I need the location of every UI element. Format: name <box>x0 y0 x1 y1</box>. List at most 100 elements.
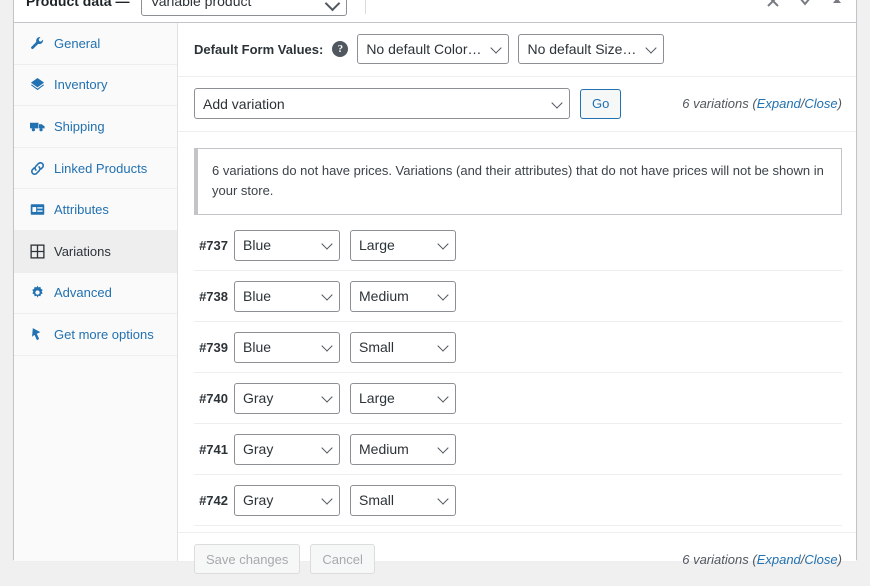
sidebar-item-variations[interactable]: Variations <box>14 230 177 273</box>
metabox-header-actions <box>764 0 846 10</box>
add-variation-toolbar: Add variation Go 6 variations (Expand/Cl… <box>178 77 856 132</box>
sidebar-item-general[interactable]: General <box>14 23 177 65</box>
product-type-select[interactable]: Variable product <box>141 0 348 16</box>
sidebar-item-label: Inventory <box>54 77 108 93</box>
add-variation-value: Add variation <box>203 95 285 112</box>
chevron-down-icon <box>321 391 333 403</box>
variation-size-value: Medium <box>359 288 409 305</box>
go-button[interactable]: Go <box>580 88 622 119</box>
variation-size-select[interactable]: Large <box>350 229 456 261</box>
variation-color-select[interactable]: Blue <box>234 280 340 312</box>
table-row[interactable]: #738 Blue Medium <box>194 271 842 323</box>
table-row[interactable]: #740 Gray Large <box>194 373 842 425</box>
variation-id: #737 <box>199 237 228 253</box>
sidebar-item-inventory[interactable]: Inventory <box>14 65 177 107</box>
variation-color-value: Blue <box>243 288 272 305</box>
variations-list: #737 Blue Large #738 Blue Medium #739 Bl… <box>178 220 856 527</box>
variations-count-label: 6 variations <box>682 551 749 567</box>
sidebar-item-label: Attributes <box>54 202 109 218</box>
table-row[interactable]: #739 Blue Small <box>194 322 842 374</box>
sidebar-item-attributes[interactable]: Attributes <box>14 189 177 231</box>
expand-link[interactable]: Expand <box>757 552 801 567</box>
cancel-button[interactable]: Cancel <box>310 544 375 575</box>
wrench-icon <box>29 35 45 51</box>
default-size-value: No default Size… <box>527 41 637 57</box>
variation-color-select[interactable]: Gray <box>234 433 340 465</box>
chevron-down-icon <box>437 391 449 403</box>
close-link[interactable]: Close <box>804 552 837 567</box>
variation-size-select[interactable]: Small <box>350 484 456 516</box>
variations-count-label: 6 variations <box>682 96 749 111</box>
variation-id: #742 <box>199 492 228 508</box>
table-row[interactable]: #737 Blue Large <box>194 220 842 272</box>
variations-count-bottom: 6 variations (Expand/Close) <box>682 552 842 567</box>
sidebar-item-get-more-options[interactable]: Get more options <box>14 314 177 356</box>
variation-size-select[interactable]: Medium <box>350 433 456 465</box>
product-data-tabs: General Inventory Shipping Linked Produc… <box>14 23 178 561</box>
variation-color-select[interactable]: Gray <box>234 382 340 414</box>
table-row[interactable]: #741 Gray Medium <box>194 424 842 476</box>
help-icon[interactable]: ? <box>332 41 349 57</box>
variation-id: #738 <box>199 288 228 304</box>
extension-icon <box>29 326 45 342</box>
metabox-header: Product data — Variable product <box>14 0 856 23</box>
chevron-down-icon <box>321 493 333 505</box>
chevron-down-icon <box>437 289 449 301</box>
default-size-select[interactable]: No default Size… <box>518 34 665 64</box>
sidebar-item-label: Shipping <box>54 118 105 134</box>
variation-color-value: Gray <box>243 390 274 407</box>
variation-color-select[interactable]: Blue <box>234 229 340 261</box>
variations-panel: Default Form Values: ? No default Color…… <box>178 23 856 575</box>
archive-icon <box>29 77 45 93</box>
variation-id: #739 <box>199 339 228 355</box>
list-table-icon <box>29 202 45 218</box>
chevron-down-icon <box>321 340 333 352</box>
variation-id: #741 <box>199 441 228 457</box>
variation-color-value: Blue <box>243 237 272 254</box>
notice-wrapper: 6 variations do not have prices. Variati… <box>178 132 856 220</box>
variations-count-top: 6 variations (Expand/Close) <box>682 96 842 111</box>
default-color-value: No default Color… <box>366 41 482 57</box>
variation-size-select[interactable]: Medium <box>350 280 456 312</box>
header-divider <box>365 0 367 14</box>
variation-size-value: Small <box>359 339 395 356</box>
caret-up-icon[interactable] <box>828 0 846 10</box>
chevron-down-icon <box>490 42 503 54</box>
save-changes-button[interactable]: Save changes <box>194 544 301 575</box>
add-variation-select[interactable]: Add variation <box>194 88 570 119</box>
default-color-select[interactable]: No default Color… <box>357 34 510 64</box>
expand-link[interactable]: Expand <box>757 96 801 111</box>
variation-color-select[interactable]: Gray <box>234 484 340 516</box>
expand-close-group: (Expand/Close) <box>752 551 842 567</box>
chevron-down-icon <box>437 442 449 454</box>
sidebar-item-linked-products[interactable]: Linked Products <box>14 148 177 190</box>
sidebar-item-advanced[interactable]: Advanced <box>14 273 177 315</box>
sidebar-item-label: Linked Products <box>54 160 148 176</box>
variation-size-select[interactable]: Small <box>350 331 456 363</box>
close-link[interactable]: Close <box>804 96 837 111</box>
no-prices-notice: 6 variations do not have prices. Variati… <box>194 148 842 216</box>
chevron-down-icon <box>321 289 333 301</box>
sidebar-item-shipping[interactable]: Shipping <box>14 106 177 148</box>
close-icon[interactable] <box>764 0 782 10</box>
metabox-body: General Inventory Shipping Linked Produc… <box>14 23 856 575</box>
chevron-down-icon <box>437 238 449 250</box>
product-type-value: Variable product <box>150 0 252 9</box>
variation-size-value: Large <box>359 390 395 407</box>
page-title: Product data — <box>26 0 130 9</box>
chevron-down-icon <box>321 442 333 454</box>
sidebar-item-label: General <box>54 35 101 51</box>
chevron-down-icon <box>325 0 341 11</box>
variation-size-value: Medium <box>359 441 409 458</box>
chevron-down-icon[interactable] <box>796 0 814 10</box>
default-form-values-toolbar: Default Form Values: ? No default Color…… <box>178 23 856 77</box>
table-row[interactable]: #742 Gray Small <box>194 475 842 527</box>
product-data-metabox: Product data — Variable product General … <box>13 0 857 575</box>
variation-size-select[interactable]: Large <box>350 382 456 414</box>
variation-color-select[interactable]: Blue <box>234 331 340 363</box>
expand-close-group: (Expand/Close) <box>752 96 842 111</box>
grid-icon <box>29 243 45 259</box>
chevron-down-icon <box>551 96 563 109</box>
variation-size-value: Small <box>359 492 395 509</box>
chevron-down-icon <box>437 493 449 505</box>
